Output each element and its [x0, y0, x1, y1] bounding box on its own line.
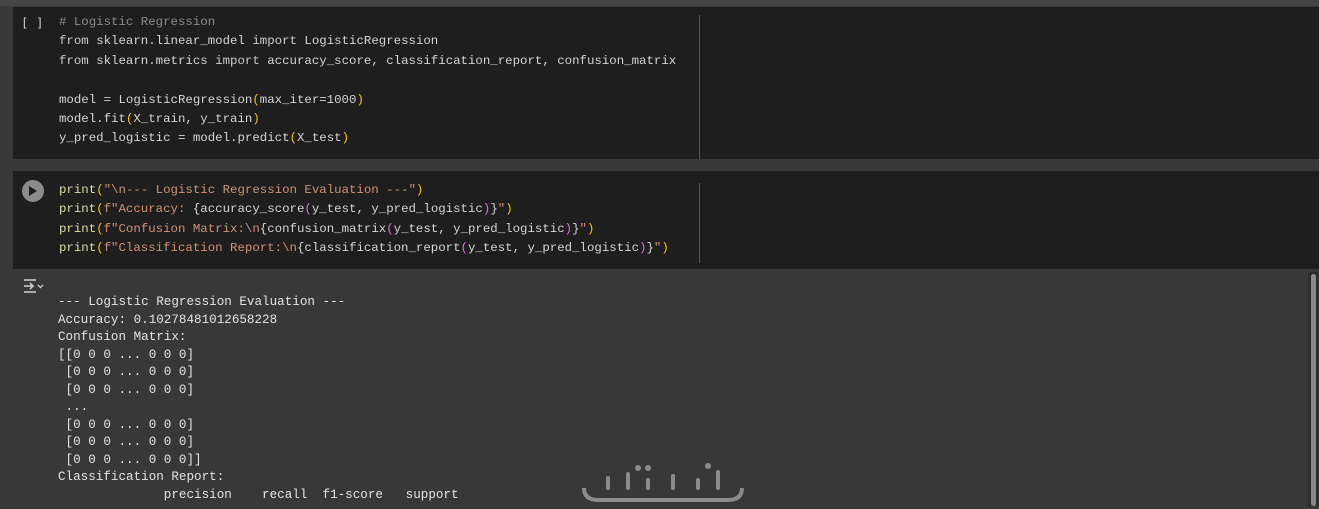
output-line: [0 0 0 ... 0 0 0] — [58, 382, 195, 397]
code-line: print("\n--- Logistic Regression Evaluat… — [59, 183, 424, 197]
code-line: from sklearn.linear_model import Logisti… — [59, 34, 439, 49]
output-line: [0 0 0 ... 0 0 0]] — [58, 452, 202, 467]
output-line: [0 0 0 ... 0 0 0] — [58, 365, 195, 379]
code-line: print(f"Confusion Matrix:\n{confusion_ma… — [59, 221, 595, 236]
line-length-ruler — [699, 15, 700, 159]
output-line: Confusion Matrix: — [58, 330, 187, 344]
cell-output: --- Logistic Regression Evaluation --- Ac… — [58, 294, 459, 504]
output-line: ... — [58, 400, 89, 414]
code-line: from sklearn.metrics import accuracy_sco… — [59, 53, 677, 68]
output-line: Accuracy: 0.10278481012658228 — [58, 312, 278, 327]
play-icon — [29, 186, 37, 196]
code-cell-logistic-regression[interactable]: # Logistic Regression from sklearn.linear… — [13, 7, 1319, 159]
execution-count-bracket[interactable]: [ ] — [21, 15, 44, 30]
output-line: precision recall f1-score support — [58, 487, 459, 502]
code-line: y_pred_logistic = model.predict(X_test) — [59, 131, 350, 146]
code-line: print(f"Accuracy: {accuracy_score(y_test… — [59, 202, 513, 217]
code-line: print(f"Classification Report:\n{classif… — [59, 241, 669, 256]
output-line: [0 0 0 ... 0 0 0] — [58, 435, 195, 449]
output-line: [[0 0 0 ... 0 0 0] — [58, 347, 195, 362]
output-toggle-icon[interactable] — [22, 278, 44, 297]
code-line: # Logistic Regression — [59, 15, 216, 29]
code-line: model = LogisticRegression(max_iter=1000… — [59, 92, 364, 107]
code-editor[interactable]: print("\n--- Logistic Regression Evaluat… — [59, 181, 669, 259]
output-line: --- Logistic Regression Evaluation --- — [58, 295, 346, 309]
output-line: [0 0 0 ... 0 0 0] — [58, 417, 195, 432]
code-line: model.fit(X_train, y_train) — [59, 111, 260, 126]
line-length-ruler — [699, 183, 700, 263]
code-editor[interactable]: # Logistic Regression from sklearn.linear… — [59, 13, 676, 149]
code-cell-evaluation[interactable]: print("\n--- Logistic Regression Evaluat… — [13, 171, 1319, 269]
output-line: Classification Report: — [58, 470, 225, 484]
top-toolbar-strip — [0, 0, 1319, 6]
output-scrollbar-thumb[interactable] — [1311, 274, 1316, 506]
run-cell-button[interactable] — [22, 180, 44, 202]
watermark-logo — [578, 458, 748, 509]
